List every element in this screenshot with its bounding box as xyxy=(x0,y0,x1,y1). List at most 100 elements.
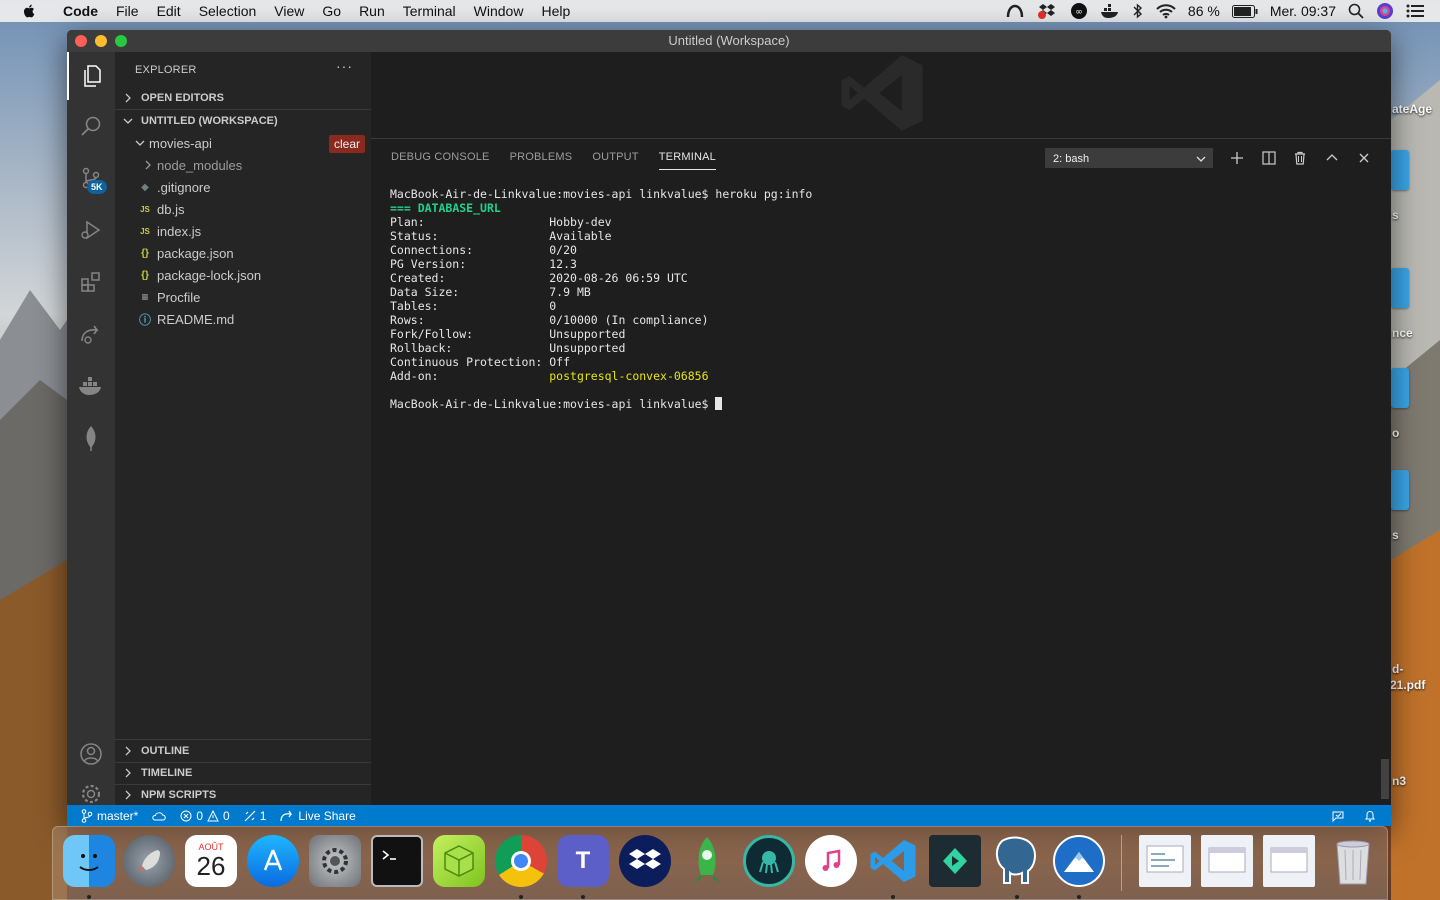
app-store-icon[interactable] xyxy=(247,835,299,887)
menu-view[interactable]: View xyxy=(265,0,313,22)
launchpad-icon[interactable] xyxy=(123,835,175,887)
system-preferences-icon[interactable] xyxy=(309,835,361,887)
dropbox-icon[interactable] xyxy=(619,835,671,887)
tree-item-package-lock-json[interactable]: {} package-lock.json xyxy=(115,264,371,286)
ports-status[interactable]: 1 xyxy=(244,809,266,823)
git-branch-status[interactable]: master* xyxy=(81,809,138,823)
activity-extensions[interactable] xyxy=(67,258,115,306)
tree-item-index-js[interactable]: JS index.js xyxy=(115,220,371,242)
presenter-app-icon[interactable] xyxy=(929,835,981,887)
tab-output[interactable]: OUTPUT xyxy=(592,151,638,170)
desktop-file-label[interactable]: o xyxy=(1392,426,1399,440)
infinity-app-icon[interactable]: ∞ xyxy=(1070,2,1088,20)
tab-terminal[interactable]: TERMINAL xyxy=(658,151,716,170)
apple-icon[interactable] xyxy=(19,3,39,19)
vscode-dock-icon[interactable] xyxy=(867,835,919,887)
cloud-app-icon[interactable] xyxy=(1006,3,1024,19)
menu-file[interactable]: File xyxy=(107,0,148,22)
clear-button[interactable]: clear xyxy=(329,135,366,153)
sync-status[interactable] xyxy=(152,810,167,822)
terminal-select[interactable]: 2: bash xyxy=(1045,148,1213,168)
tree-item-package-json[interactable]: {} package.json xyxy=(115,242,371,264)
split-terminal-button[interactable] xyxy=(1260,149,1278,167)
tree-item-gitignore[interactable]: ◆ .gitignore xyxy=(115,176,371,198)
desktop-file-label[interactable]: d- xyxy=(1392,662,1403,676)
kill-terminal-button[interactable] xyxy=(1291,149,1309,167)
desktop-folder-icon[interactable] xyxy=(1391,470,1409,510)
activity-run-debug[interactable] xyxy=(67,206,115,254)
docker-menu-icon[interactable] xyxy=(1100,3,1120,19)
menu-app-name[interactable]: Code xyxy=(54,0,107,22)
recent-window-thumbnail[interactable] xyxy=(1201,835,1253,887)
battery-icon[interactable] xyxy=(1231,4,1258,18)
menu-window[interactable]: Window xyxy=(465,0,533,22)
activity-docker[interactable] xyxy=(67,362,115,410)
tab-debug-console[interactable]: DEBUG CONSOLE xyxy=(391,151,490,170)
menu-clock[interactable]: Mer. 09:37 xyxy=(1270,3,1336,19)
new-terminal-button[interactable] xyxy=(1228,149,1246,167)
activity-accounts[interactable] xyxy=(67,730,115,778)
menu-go[interactable]: Go xyxy=(313,0,350,22)
tree-item-procfile[interactable]: ≡ Procfile xyxy=(115,286,371,308)
menu-selection[interactable]: Selection xyxy=(190,0,266,22)
window-close-button[interactable] xyxy=(75,35,87,47)
bluetooth-icon[interactable] xyxy=(1132,3,1144,19)
live-share-status[interactable]: Live Share xyxy=(280,809,356,823)
window-titlebar[interactable]: Untitled (Workspace) xyxy=(67,30,1391,52)
cube-app-icon[interactable] xyxy=(433,835,485,887)
recent-document-thumbnail[interactable] xyxy=(1139,835,1191,887)
activity-manage[interactable] xyxy=(67,782,115,805)
open-editors-section[interactable]: OPEN EDITORS xyxy=(115,87,371,109)
desktop-file-label[interactable]: s xyxy=(1392,208,1399,222)
dropbox-menu-icon[interactable] xyxy=(1036,3,1058,19)
desktop-folder-icon[interactable] xyxy=(1391,150,1409,190)
chrome-icon[interactable] xyxy=(495,835,547,887)
finder-icon[interactable] xyxy=(63,835,115,887)
notification-center-icon[interactable] xyxy=(1406,4,1424,18)
desktop-file-label[interactable]: s xyxy=(1392,528,1399,542)
terminal-scrollbar[interactable] xyxy=(1381,759,1389,799)
desktop-file-label[interactable]: nce xyxy=(1392,326,1413,340)
activity-search[interactable] xyxy=(67,102,115,150)
desktop-file-label[interactable]: n3 xyxy=(1392,774,1406,788)
menu-help[interactable]: Help xyxy=(532,0,579,22)
desktop-file-label[interactable]: ateAge xyxy=(1392,102,1432,116)
activity-live-share[interactable] xyxy=(67,310,115,358)
activity-explorer[interactable] xyxy=(67,52,115,100)
editor-area[interactable] xyxy=(371,52,1391,138)
menu-edit[interactable]: Edit xyxy=(148,0,190,22)
window-minimize-button[interactable] xyxy=(95,35,107,47)
problems-status[interactable]: 0 0 xyxy=(180,809,230,823)
itunes-icon[interactable] xyxy=(805,835,857,887)
outline-section[interactable]: OUTLINE xyxy=(115,740,371,762)
activity-source-control[interactable]: 5K xyxy=(67,154,115,202)
menu-run[interactable]: Run xyxy=(350,0,394,22)
activity-mongodb[interactable] xyxy=(67,414,115,462)
trash-dock-icon[interactable] xyxy=(1327,835,1379,887)
spotlight-search-icon[interactable] xyxy=(1348,3,1364,19)
desktop-folder-icon[interactable] xyxy=(1391,368,1409,408)
notifications-bell-icon[interactable] xyxy=(1363,809,1377,823)
explorer-more-actions[interactable]: ··· xyxy=(336,58,353,74)
feedback-icon[interactable] xyxy=(1331,809,1345,823)
close-panel-button[interactable] xyxy=(1355,149,1373,167)
npm-scripts-section[interactable]: NPM SCRIPTS xyxy=(115,784,371,806)
gitkraken-icon[interactable] xyxy=(743,835,795,887)
tree-item-readme[interactable]: ⓘ README.md xyxy=(115,308,371,330)
teams-icon[interactable]: T xyxy=(557,835,609,887)
tree-item-db-js[interactable]: JS db.js xyxy=(115,198,371,220)
tree-item-node-modules[interactable]: node_modules xyxy=(115,154,371,176)
rocket-app-icon[interactable] xyxy=(681,835,733,887)
timeline-section[interactable]: TIMELINE xyxy=(115,762,371,784)
maximize-panel-button[interactable] xyxy=(1323,149,1341,167)
calendar-icon[interactable]: AOÛT 26 xyxy=(185,835,237,887)
desktop-folder-icon[interactable] xyxy=(1391,268,1409,308)
desktop-file-label[interactable]: 21.pdf xyxy=(1390,678,1425,692)
window-zoom-button[interactable] xyxy=(115,35,127,47)
siri-icon[interactable] xyxy=(1376,2,1394,20)
recent-window-thumbnail[interactable] xyxy=(1263,835,1315,887)
postgres-app-icon[interactable] xyxy=(991,835,1043,887)
terminal-output[interactable]: MacBook-Air-de-Linkvalue:movies-api link… xyxy=(390,187,812,411)
tab-problems[interactable]: PROBLEMS xyxy=(510,151,573,170)
workspace-section[interactable]: UNTITLED (WORKSPACE) xyxy=(115,110,371,132)
